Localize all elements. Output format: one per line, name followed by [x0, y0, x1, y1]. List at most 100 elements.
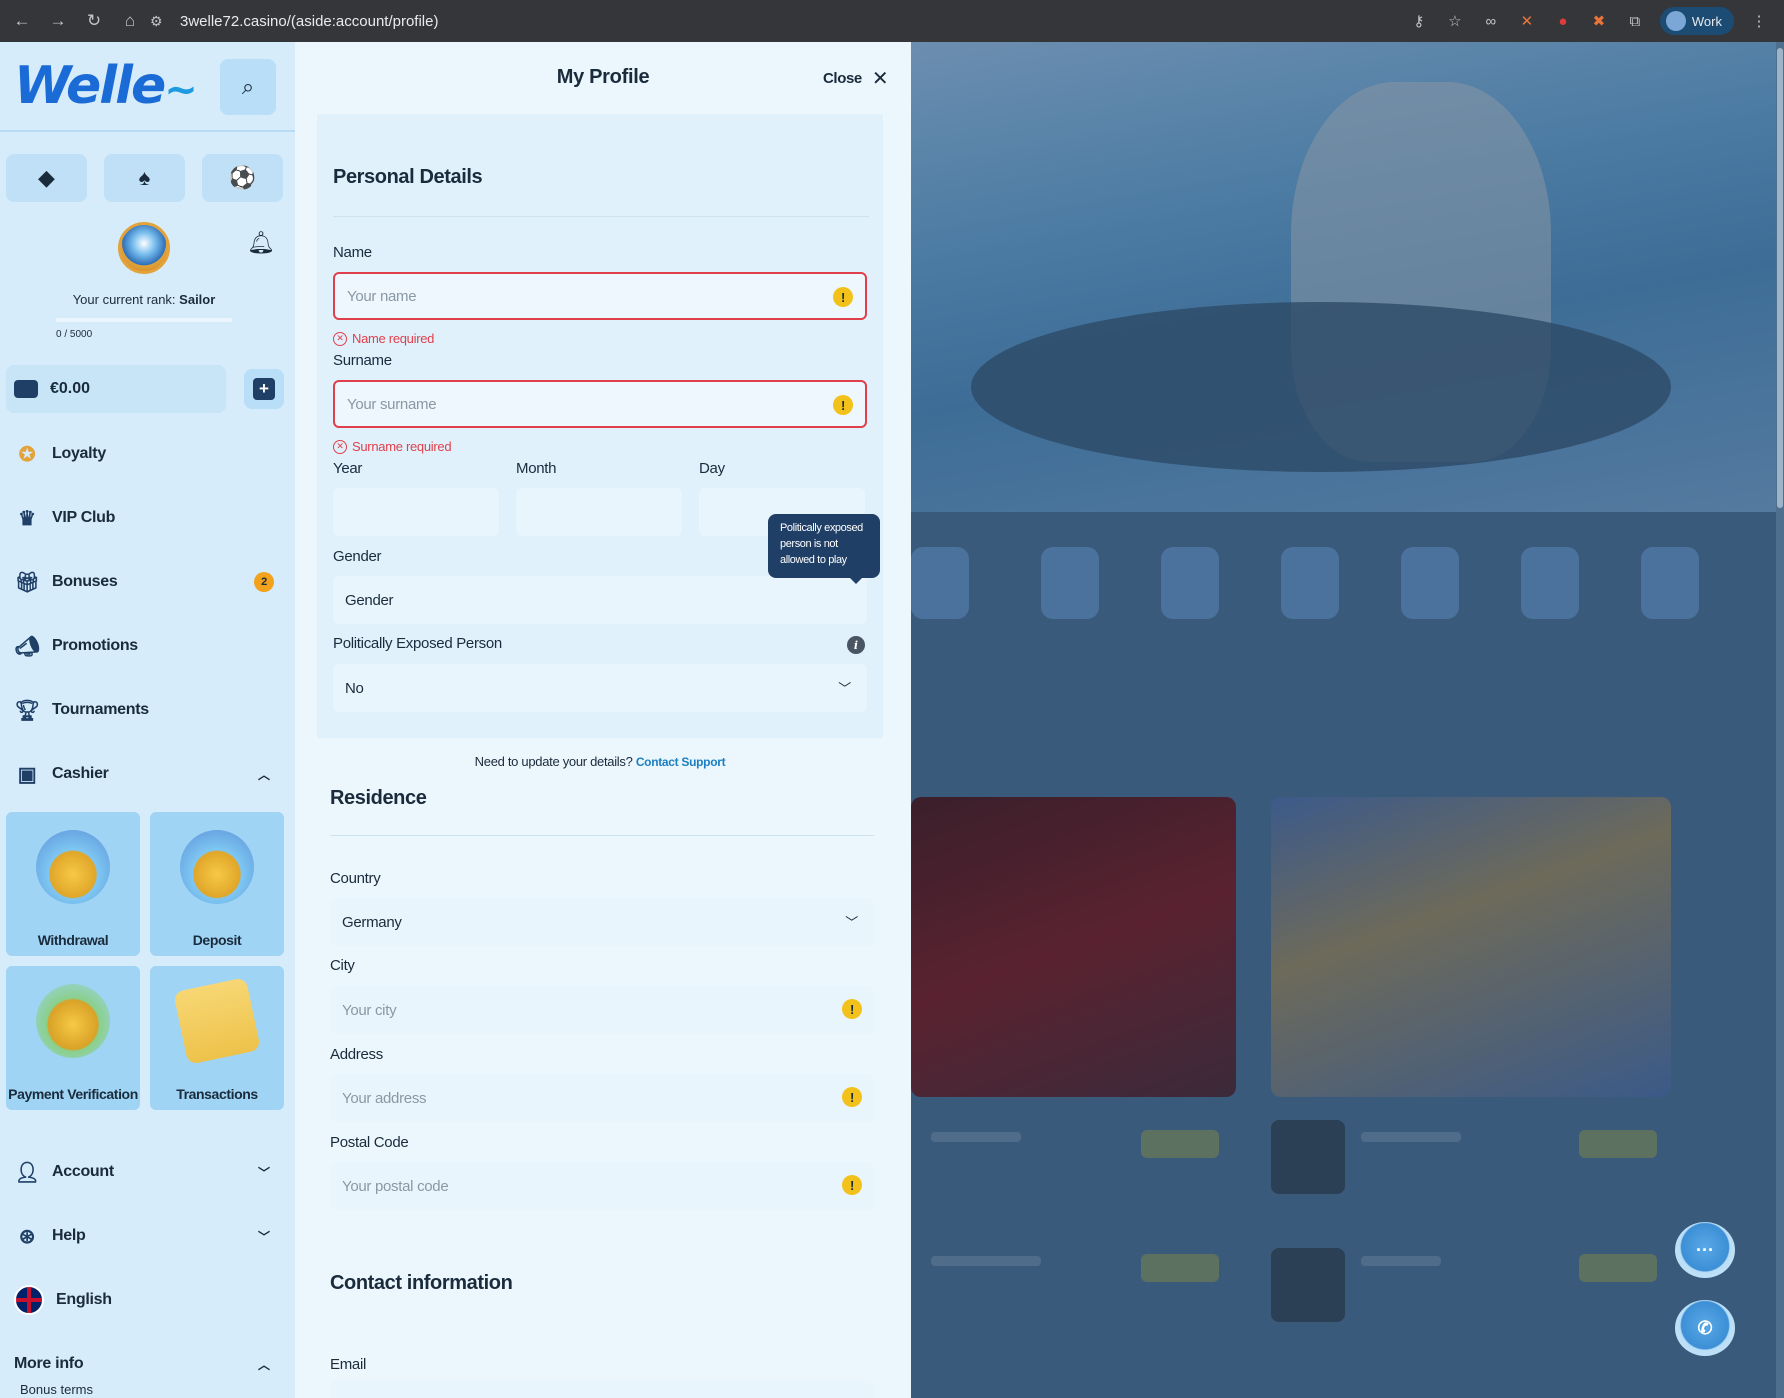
rank-progress-bar — [56, 318, 232, 322]
sidebar-item-loyalty[interactable]: ✪ Loyalty — [0, 422, 295, 486]
live-chat-button[interactable]: ··· — [1675, 1222, 1735, 1278]
home-icon[interactable]: ⌂ — [112, 11, 148, 31]
extension-badge-icon[interactable]: ✖ — [1588, 12, 1610, 30]
birth-month-select[interactable] — [516, 488, 682, 536]
rank-avatar[interactable] — [118, 222, 170, 274]
whatsapp-button[interactable]: ✆ — [1675, 1300, 1735, 1356]
address-field[interactable]: Your address ! — [330, 1074, 874, 1122]
bonus-terms-link[interactable]: Bonus terms — [20, 1382, 93, 1397]
loyalty-medal-icon: ✪ — [18, 443, 36, 466]
chevron-down-icon: ﹀ — [258, 1229, 270, 1244]
sidebar-item-label: Promotions — [52, 637, 138, 654]
gender-value: Gender — [345, 591, 394, 609]
gender-label: Gender — [333, 548, 382, 565]
game-chip — [1141, 1254, 1219, 1282]
sidebar-item-help[interactable]: ⊛ Help ﹀ — [0, 1204, 295, 1268]
live-casino-spade-button[interactable]: ♠ — [104, 154, 185, 202]
pep-select[interactable]: No ﹀ — [333, 664, 867, 712]
casino-diamond-button[interactable]: ◆ — [6, 154, 87, 202]
error-circle-icon: ✕ — [333, 331, 347, 346]
extension-red-icon[interactable]: ● — [1552, 13, 1574, 30]
close-label: Close — [823, 70, 862, 87]
game-thumb — [1271, 1120, 1345, 1194]
address-bar[interactable]: ⚙ 3welle72.casino/(aside:account/profile… — [150, 6, 1450, 36]
page-title: My Profile — [556, 66, 650, 88]
browser-toolbar: ← → ↻ ⌂ ⚙ 3welle72.casino/(aside:account… — [0, 0, 1784, 42]
birth-year-select[interactable] — [333, 488, 499, 536]
error-circle-icon: ✕ — [333, 439, 347, 454]
bonuses-count-badge: 2 — [254, 572, 274, 592]
gender-select[interactable]: Gender — [333, 576, 867, 624]
info-icon[interactable]: i — [847, 636, 865, 654]
cashier-transactions-tile[interactable]: Transactions — [150, 966, 284, 1110]
sidebar: Welle~ ⌕ ◆ ♠ ⚽ 🔔︎ Your current rank: Sai… — [0, 42, 295, 1398]
sidebar-item-cashier[interactable]: ▣ Cashier ︿ — [0, 742, 295, 806]
extension-link-icon[interactable]: ∞ — [1480, 13, 1502, 30]
logo[interactable]: Welle~ — [14, 56, 198, 116]
sidebar-item-bonuses[interactable]: 🎁︎ Bonuses 2 — [0, 550, 295, 614]
whatsapp-icon: ✆ — [1697, 1317, 1713, 1338]
close-button[interactable]: Close ✕ — [823, 66, 889, 91]
category-icon — [1401, 547, 1459, 619]
category-icon — [1641, 547, 1699, 619]
password-key-icon[interactable]: ⚷ — [1408, 12, 1430, 30]
add-funds-button[interactable]: + — [244, 369, 284, 409]
browser-actions: ⚷ ☆ ∞ ✕ ● ✖ ⧉ Work ⋮ — [1408, 0, 1784, 42]
profile-avatar — [1665, 11, 1686, 31]
extensions-puzzle-icon[interactable]: ⧉ — [1624, 13, 1646, 30]
postal-code-field[interactable]: Your postal code ! — [330, 1162, 874, 1210]
panel-header: My Profile Close ✕ — [295, 42, 911, 114]
sidebar-item-account[interactable]: 👤︎ Account ﹀ — [0, 1140, 295, 1204]
cashier-deposit-tile[interactable]: Deposit — [150, 812, 284, 956]
bell-icon[interactable]: 🔔︎ — [247, 230, 275, 256]
sidebar-item-language[interactable]: English — [0, 1268, 295, 1332]
payment-verification-art — [36, 984, 110, 1058]
warning-icon: ! — [842, 1087, 862, 1107]
pep-value: No — [345, 679, 364, 697]
spade-icon: ♠ — [138, 165, 151, 190]
sidebar-item-vip-club[interactable]: ♛ VIP Club — [0, 486, 295, 550]
year-label: Year — [333, 460, 363, 477]
forward-icon[interactable]: → — [40, 11, 76, 31]
name-field[interactable]: Your name ! — [333, 272, 867, 320]
search-button[interactable]: ⌕ — [220, 59, 276, 115]
sidebar-item-label: Loyalty — [52, 445, 106, 462]
deposit-art — [180, 830, 254, 904]
reload-icon[interactable]: ↻ — [76, 11, 112, 31]
sidebar-item-tournaments[interactable]: 🏆︎ Tournaments — [0, 678, 295, 742]
balance-display[interactable]: €0.00 — [6, 365, 226, 413]
game-text-bar — [1361, 1132, 1461, 1142]
sidebar-menu-secondary: 👤︎ Account ﹀ ⊛ Help ﹀ English More info … — [0, 1140, 295, 1396]
contact-support-link[interactable]: Contact Support — [636, 755, 726, 769]
browser-menu-icon[interactable]: ⋮ — [1748, 12, 1770, 30]
category-icon — [911, 547, 969, 619]
rank-block: 🔔︎ Your current rank: Sailor 0 / 5000 — [0, 202, 295, 382]
game-chip — [1579, 1130, 1657, 1158]
cashier-grid: Withdrawal Deposit Payment Verification … — [6, 812, 284, 1110]
sidebar-item-promotions[interactable]: 📣︎ Promotions — [0, 614, 295, 678]
surname-field[interactable]: Your surname ! — [333, 380, 867, 428]
email-field[interactable] — [330, 1380, 874, 1398]
cashier-payment-verification-tile[interactable]: Payment Verification — [6, 966, 140, 1110]
sidebar-item-label: Cashier — [52, 765, 109, 782]
extension-x-icon[interactable]: ✕ — [1516, 12, 1538, 30]
sports-ball-button[interactable]: ⚽ — [202, 154, 283, 202]
profile-button[interactable]: Work — [1659, 7, 1734, 35]
site-settings-icon[interactable]: ⚙ — [150, 13, 180, 30]
chevron-up-icon: ︿ — [258, 1357, 270, 1372]
cashier-tile-label: Transactions — [176, 1086, 258, 1102]
contact-information-title: Contact information — [330, 1272, 513, 1294]
cashier-withdrawal-tile[interactable]: Withdrawal — [6, 812, 140, 956]
back-icon[interactable]: ← — [4, 11, 40, 31]
background-site-overlay[interactable]: ··· ✆ — [911, 42, 1784, 1398]
sidebar-item-label: Help — [52, 1227, 86, 1244]
bookmark-star-icon[interactable]: ☆ — [1444, 12, 1466, 30]
country-select[interactable]: Germany ﹀ — [330, 898, 874, 946]
name-error: ✕ Name required — [333, 331, 434, 346]
megaphone-icon: 📣︎ — [14, 635, 40, 658]
balance-row: €0.00 + — [6, 365, 284, 413]
account-icon: 👤︎ — [14, 1161, 40, 1184]
page-scrollbar-thumb[interactable] — [1777, 48, 1783, 508]
category-icon — [1041, 547, 1099, 619]
city-field[interactable]: Your city ! — [330, 986, 874, 1034]
